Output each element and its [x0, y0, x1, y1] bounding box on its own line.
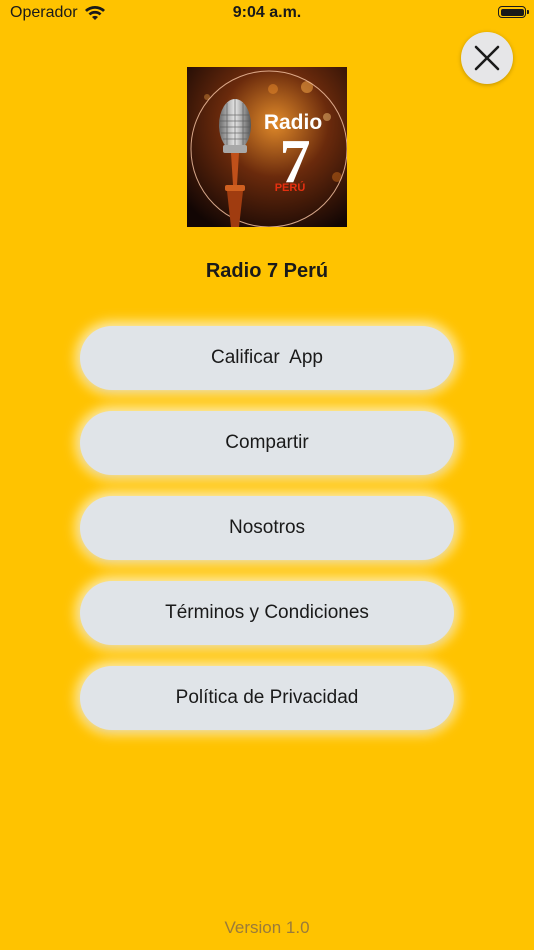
app-logo: Radio 7 PERÚ	[187, 67, 347, 227]
rate-app-button[interactable]: Calificar App	[80, 326, 454, 390]
privacy-policy-button[interactable]: Política de Privacidad	[80, 666, 454, 730]
app-version: Version 1.0	[224, 918, 310, 937]
status-bar: Operador 9:04 a.m.	[0, 0, 534, 28]
battery-icon	[498, 6, 529, 18]
about-us-button[interactable]: Nosotros	[80, 496, 454, 560]
terms-button[interactable]: Términos y Condiciones	[80, 581, 454, 645]
close-button[interactable]	[461, 32, 513, 84]
app-title: Radio 7 Perú	[205, 260, 329, 282]
logo-line3: PERÚ	[275, 181, 306, 194]
battery-level	[500, 8, 524, 16]
close-icon	[474, 45, 500, 71]
status-time: 9:04 a.m.	[232, 4, 302, 21]
share-button[interactable]: Compartir	[80, 411, 454, 475]
